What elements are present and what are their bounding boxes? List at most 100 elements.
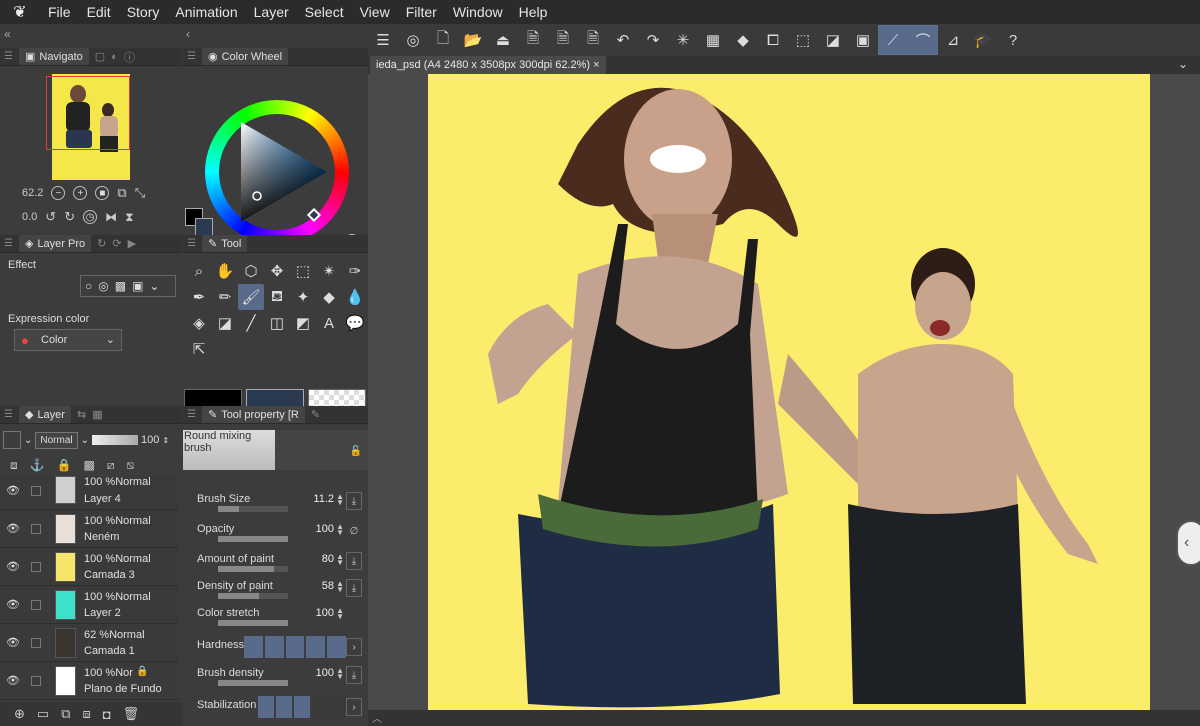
layer-row[interactable]: 👁 100 %Normal Neném xyxy=(0,510,178,548)
rotate-left-icon[interactable]: ↺ xyxy=(45,209,56,225)
layer-checkbox[interactable] xyxy=(31,524,41,534)
grip-icon[interactable]: ☰ xyxy=(4,51,13,62)
spin-icon[interactable]: ▲ ▼ xyxy=(336,667,344,681)
zoom-in-icon[interactable]: + xyxy=(73,186,88,200)
hand-tool-icon[interactable]: ✋ xyxy=(212,258,238,284)
ruler-range-icon[interactable]: ⧅ xyxy=(127,458,135,473)
navigator-view-frame[interactable] xyxy=(46,76,130,150)
layer-row[interactable]: 👁 100 %Normal Layer 2 xyxy=(0,586,178,624)
artwork-canvas[interactable] xyxy=(428,74,1150,710)
spin-icon[interactable]: ⇕ xyxy=(162,436,169,445)
menu-edit[interactable]: Edit xyxy=(79,0,119,24)
flip-horizontal-icon[interactable]: ⧓ xyxy=(105,210,117,224)
new-file-icon[interactable]: 🗋 xyxy=(428,25,458,55)
lock-layer-icon[interactable]: 🔒 xyxy=(57,458,72,472)
opacity-slider[interactable] xyxy=(218,536,288,542)
tab-tool[interactable]: ✎ Tool xyxy=(201,235,248,252)
flip-vertical-icon[interactable]: ⧗ xyxy=(125,210,133,225)
eraser-tool-icon[interactable]: ◆ xyxy=(316,284,342,310)
transform-icon[interactable]: ⧠ xyxy=(758,25,788,55)
expression-color-select[interactable]: ● Color ⌄ xyxy=(14,329,122,351)
layer-row[interactable]: 👁 62 %Normal Camada 1 xyxy=(0,624,178,662)
zoom-tool-icon[interactable]: ⌕ xyxy=(186,258,212,284)
history-icon[interactable]: ↻ xyxy=(97,237,106,250)
amount-of-paint-slider[interactable] xyxy=(218,566,288,572)
export-psd-icon[interactable]: 🗎 xyxy=(578,25,608,55)
prop-opacity[interactable]: Opacity 100 ▲ ▼ ∅ xyxy=(188,520,364,546)
pressure-icon[interactable]: ⤓ xyxy=(346,666,362,684)
lock-icon[interactable]: 🔓 xyxy=(350,446,362,457)
selection-layer-icon[interactable]: ▣ xyxy=(848,25,878,55)
airbrush-tool-icon[interactable]: ⛾ xyxy=(264,284,290,310)
undo-icon[interactable]: ↶ xyxy=(608,25,638,55)
app-logo-icon[interactable]: ❦ xyxy=(0,0,40,24)
layer-checkbox[interactable] xyxy=(31,638,41,648)
layer-checkbox[interactable] xyxy=(31,600,41,610)
pen-tool-icon[interactable]: ✒ xyxy=(186,284,212,310)
brush-tool-icon[interactable]: 🖌 xyxy=(238,284,264,310)
menu-view[interactable]: View xyxy=(352,0,398,24)
fit-view-icon[interactable]: ■ xyxy=(95,186,110,200)
eyedropper-icon[interactable]: ✑ xyxy=(342,258,368,284)
prop-hardness[interactable]: Hardness › xyxy=(188,636,364,662)
eye-icon[interactable]: 👁 xyxy=(6,522,20,535)
layer-checkbox[interactable] xyxy=(31,562,41,572)
density-of-paint-slider[interactable] xyxy=(218,593,288,599)
frame-border-icon[interactable]: ◫ xyxy=(264,310,290,336)
help-icon[interactable]: ? xyxy=(998,25,1028,55)
gradient-tool-icon[interactable]: ◪ xyxy=(212,310,238,336)
create-mask-icon[interactable]: ◘ xyxy=(103,707,111,722)
spin-icon[interactable]: ▲ ▼ xyxy=(336,580,344,594)
invert-selection-icon[interactable]: ◪ xyxy=(818,25,848,55)
chevron-down-icon[interactable]: ⌄ xyxy=(24,435,32,446)
eye-icon[interactable]: 👁 xyxy=(6,674,20,687)
eye-icon[interactable]: 👁 xyxy=(6,636,20,649)
layer-color-icon[interactable]: ▣ xyxy=(132,279,143,293)
chevron-right-icon[interactable]: › xyxy=(346,638,362,656)
opacity-slider[interactable] xyxy=(92,435,139,445)
effect-more-icon[interactable]: ⌄ xyxy=(149,279,159,293)
rotate-right-icon[interactable]: ↻ xyxy=(64,209,75,225)
redo-icon[interactable]: ↷ xyxy=(638,25,668,55)
blend-mode-select[interactable]: Normal xyxy=(35,431,78,449)
clip-studio-icon[interactable]: ◎ xyxy=(398,25,428,55)
layer-checkbox[interactable] xyxy=(31,676,41,686)
open-file-icon[interactable]: 📂 xyxy=(458,25,488,55)
brush-preview[interactable]: Round mixing brush xyxy=(183,430,275,470)
info-icon[interactable]: ⓘ xyxy=(124,49,135,65)
tone-effect-icon[interactable]: ◎ xyxy=(98,279,108,293)
snap-to-special-ruler-icon[interactable]: ⌒ xyxy=(908,25,938,55)
deselect-icon[interactable]: ⬚ xyxy=(788,25,818,55)
snap-to-ruler-icon[interactable]: ⟋ xyxy=(878,25,908,55)
correct-line-icon[interactable]: ⇱ xyxy=(186,336,212,362)
layer-mask-icon[interactable]: ⧄ xyxy=(107,458,115,473)
sub-color-swatch[interactable] xyxy=(195,218,213,236)
menu-animation[interactable]: Animation xyxy=(167,0,245,24)
menu-file[interactable]: File xyxy=(40,0,79,24)
selection-tool-icon[interactable]: ⬚ xyxy=(290,258,316,284)
prop-brush-size[interactable]: Brush Size 11.2 ▲ ▼ ⤓ xyxy=(188,490,364,516)
text-tool-icon[interactable]: A xyxy=(316,310,342,336)
eye-icon[interactable]: 👁 xyxy=(6,560,20,573)
export-jpg-icon[interactable]: 🗎 xyxy=(518,25,548,55)
stabilization-steps[interactable] xyxy=(258,696,346,718)
layer-row[interactable]: 👁 100 %Nor 🔒 Plano de Fundo xyxy=(0,662,178,700)
ruler-tool-icon[interactable]: ◩ xyxy=(290,310,316,336)
watercolor-edge-icon[interactable]: ▩ xyxy=(115,279,126,293)
chevron-right-icon[interactable]: › xyxy=(346,698,362,716)
new-raster-layer-icon[interactable]: ⊕ xyxy=(14,706,25,722)
hardness-steps[interactable] xyxy=(244,636,346,658)
spin-icon[interactable]: ▲ ▼ xyxy=(336,553,344,567)
dock-collapse-right[interactable]: ‹ xyxy=(182,24,368,44)
blend-tool-icon[interactable]: 💧 xyxy=(342,284,368,310)
tutorials-icon[interactable]: 🎓 xyxy=(968,25,998,55)
pencil-tool-icon[interactable]: ✏ xyxy=(212,284,238,310)
spin-icon[interactable]: ▲ ▼ xyxy=(336,523,344,537)
menu-story[interactable]: Story xyxy=(119,0,168,24)
layer-checkbox[interactable] xyxy=(31,486,41,496)
menu-select[interactable]: Select xyxy=(297,0,352,24)
auto-action-icon[interactable]: ▶ xyxy=(128,237,136,250)
tab-navigator[interactable]: ▣ Navigato xyxy=(18,48,89,65)
document-tab[interactable]: ieda_psd (A4 2480 x 3508px 300dpi 62.2%)… xyxy=(370,56,606,74)
fit-to-window-icon[interactable]: ⤡ xyxy=(135,185,145,201)
